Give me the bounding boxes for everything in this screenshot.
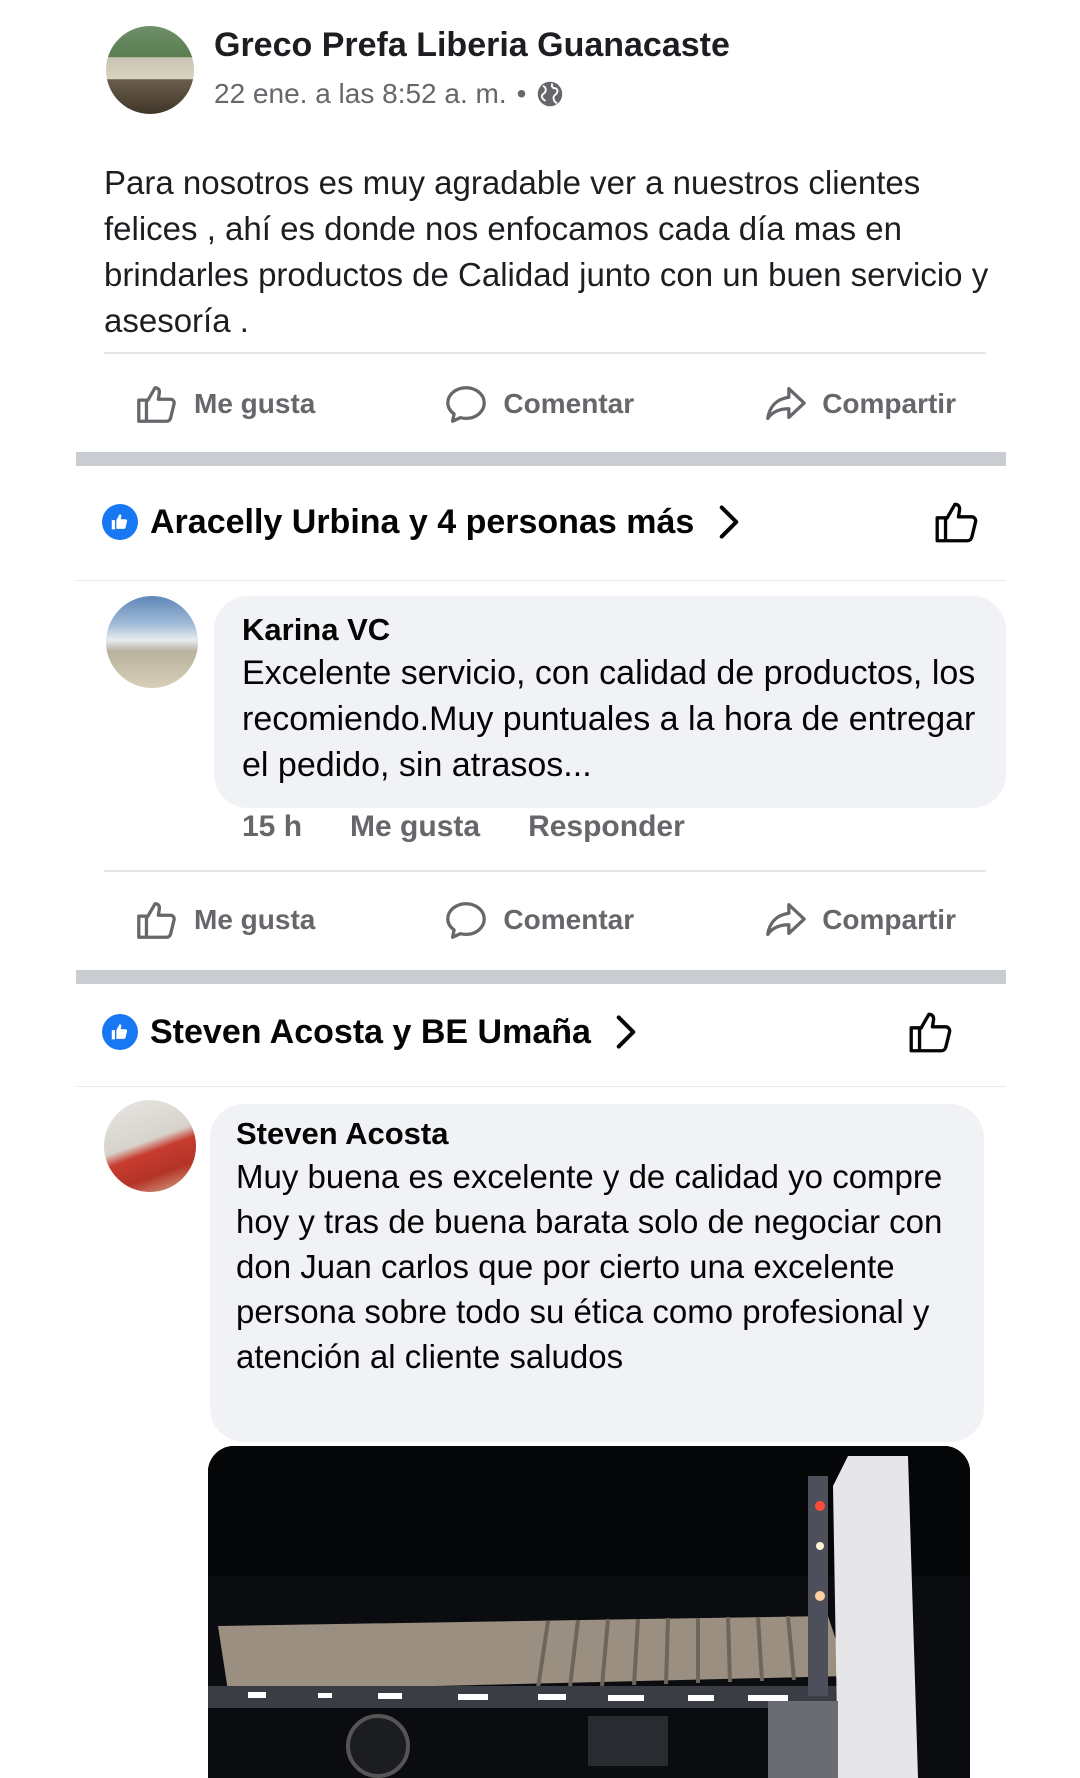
like-label: Me gusta bbox=[194, 388, 316, 419]
chevron-right-icon bbox=[716, 502, 742, 542]
like-reaction-icon bbox=[102, 1014, 138, 1050]
like-label: Me gusta bbox=[194, 904, 316, 935]
divider bbox=[104, 870, 986, 872]
comment-reply-link[interactable]: Responder bbox=[528, 810, 685, 844]
comment-bubble: Steven Acosta Muy buena es excelente y d… bbox=[210, 1104, 984, 1442]
divider bbox=[76, 1086, 1006, 1087]
comment-icon bbox=[446, 902, 487, 939]
section-separator bbox=[76, 452, 1006, 466]
commenter-avatar[interactable] bbox=[104, 1100, 196, 1192]
share-icon bbox=[766, 903, 806, 937]
share-button[interactable]: Compartir bbox=[762, 381, 956, 427]
page-avatar[interactable] bbox=[106, 26, 194, 114]
comment-time: 15 h bbox=[242, 810, 303, 843]
comment-button[interactable]: Comentar bbox=[443, 381, 634, 427]
post-meta: 22 ene. a las 8:52 a. m. • bbox=[214, 78, 564, 110]
comment-text: Muy buena es excelente y de calidad yo c… bbox=[236, 1158, 943, 1375]
comment-label: Comentar bbox=[503, 904, 635, 935]
globe-icon bbox=[538, 81, 563, 107]
likes-summary-row[interactable]: Steven Acosta y BE Umaña bbox=[76, 984, 1006, 1080]
divider bbox=[76, 580, 1006, 581]
comment-icon bbox=[446, 386, 487, 423]
section-separator bbox=[76, 970, 1006, 984]
comment-label: Comentar bbox=[503, 388, 635, 419]
share-icon bbox=[766, 387, 806, 421]
post-text: Para nosotros es muy agradable ver a nue… bbox=[104, 164, 989, 339]
likes-summary: Steven Acosta y BE Umaña bbox=[150, 1012, 591, 1051]
post-action-bar: Me gusta Comentar Compartir bbox=[104, 364, 986, 444]
comment-author[interactable]: Steven Acosta bbox=[236, 1114, 958, 1154]
comment-photo[interactable] bbox=[208, 1446, 970, 1778]
like-button[interactable]: Me gusta bbox=[134, 897, 315, 943]
likes-summary: Aracelly Urbina y 4 personas más bbox=[150, 502, 695, 541]
like-button[interactable]: Me gusta bbox=[134, 381, 315, 427]
likes-summary-row[interactable]: Aracelly Urbina y 4 personas más bbox=[76, 474, 1006, 570]
commenter-avatar[interactable] bbox=[106, 596, 198, 688]
share-label: Compartir bbox=[822, 388, 956, 419]
truck-photo-image bbox=[208, 1446, 970, 1778]
divider bbox=[104, 352, 986, 354]
post-action-bar: Me gusta Comentar Compartir bbox=[104, 880, 986, 960]
share-button[interactable]: Compartir bbox=[762, 897, 956, 943]
like-reaction-icon bbox=[102, 504, 138, 540]
thumbs-up-icon[interactable] bbox=[906, 1007, 956, 1057]
comment-bubble: Karina VC Excelente servicio, con calida… bbox=[214, 596, 1006, 808]
share-label: Compartir bbox=[822, 904, 956, 935]
thumbs-up-icon bbox=[137, 902, 176, 939]
comment-button[interactable]: Comentar bbox=[443, 897, 634, 943]
comment-author[interactable]: Karina VC bbox=[242, 610, 978, 650]
comment-text: Excelente servicio, con calidad de produ… bbox=[242, 654, 976, 784]
comment-like-link[interactable]: Me gusta bbox=[350, 810, 480, 844]
page-name[interactable]: Greco Prefa Liberia Guanacaste bbox=[214, 26, 730, 65]
meta-separator: • bbox=[516, 78, 527, 109]
post-timestamp[interactable]: 22 ene. a las 8:52 a. m. bbox=[214, 78, 507, 110]
thumbs-up-icon bbox=[137, 386, 176, 423]
comment-meta: 15 h Me gusta Responder bbox=[242, 810, 685, 844]
chevron-right-icon bbox=[613, 1012, 639, 1052]
thumbs-up-icon[interactable] bbox=[932, 497, 982, 547]
